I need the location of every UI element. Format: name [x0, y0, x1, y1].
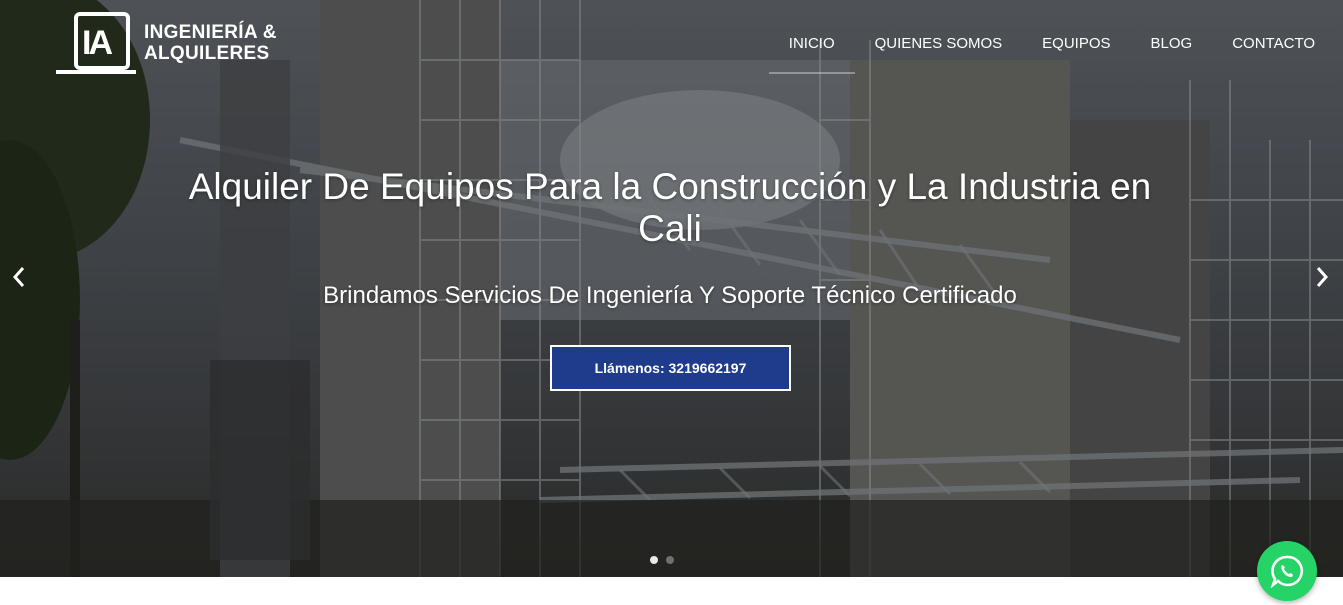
- slider-dot-1[interactable]: [650, 556, 658, 564]
- call-us-button[interactable]: Llámenos: 3219662197: [550, 345, 791, 391]
- logo-mark: IA: [74, 12, 130, 70]
- nav-item-contacto[interactable]: CONTACTO: [1232, 35, 1315, 64]
- nav-item-blog[interactable]: BLOG: [1151, 35, 1193, 64]
- brand-logo[interactable]: IA INGENIERÍA & ALQUILERES: [56, 10, 276, 76]
- slider-dots: [650, 556, 674, 564]
- slider-next-button[interactable]: [1307, 262, 1337, 298]
- brand-name-line2: ALQUILERES: [144, 43, 270, 64]
- nav-item-inicio[interactable]: INICIO: [768, 35, 855, 74]
- whatsapp-button[interactable]: [1257, 541, 1317, 601]
- hero-subtitle: Brindamos Servicios De Ingeniería Y Sopo…: [323, 282, 1017, 309]
- slider-prev-button[interactable]: [4, 262, 34, 298]
- chevron-left-icon: [12, 267, 25, 287]
- logo-mark-letters: IA: [82, 24, 113, 62]
- brand-name: INGENIERÍA & ALQUILERES: [144, 22, 277, 64]
- slider-dot-2[interactable]: [666, 556, 674, 564]
- main-nav: INICIO QUIENES SOMOS EQUIPOS BLOG CONTAC…: [749, 35, 1315, 74]
- nav-item-equipos[interactable]: EQUIPOS: [1042, 35, 1110, 64]
- whatsapp-icon: [1270, 555, 1304, 588]
- nav-item-quienes-somos[interactable]: QUIENES SOMOS: [875, 35, 1003, 64]
- brand-name-line1: INGENIERÍA &: [144, 22, 277, 43]
- logo-underline: [56, 70, 136, 74]
- chevron-right-icon: [1316, 267, 1329, 287]
- hero-title: Alquiler De Equipos Para la Construcción…: [188, 166, 1152, 249]
